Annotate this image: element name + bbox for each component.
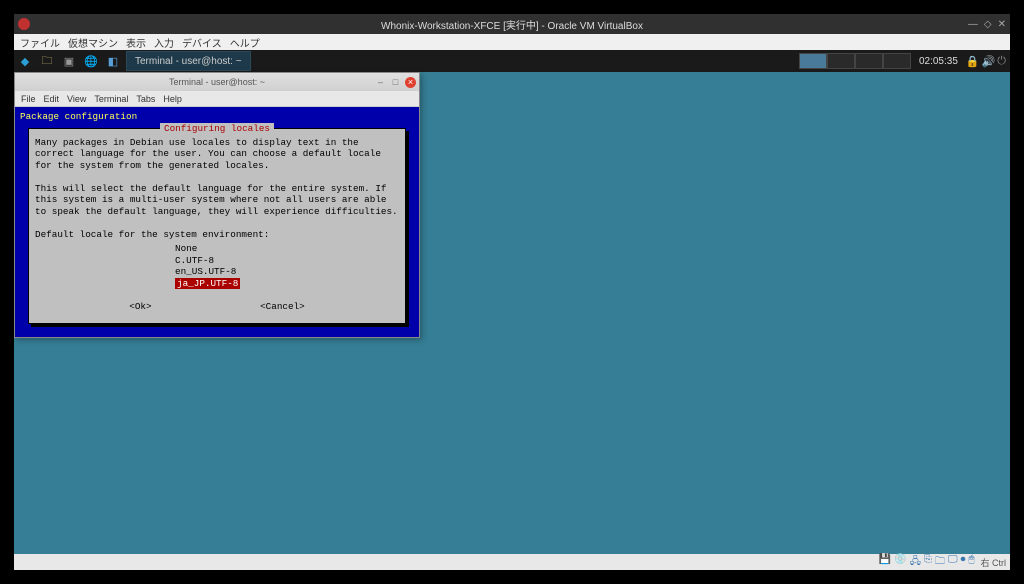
display-status-icon[interactable]: 🖵 [948,554,958,571]
vbox-menu-machine[interactable]: 仮想マシン [68,35,118,50]
workspace-2[interactable] [827,53,855,69]
mouse-integration-icon[interactable]: 🖱 [969,554,975,571]
dialog-para2: This will select the default language fo… [35,183,398,217]
taskbar-terminal-item[interactable]: Terminal - user@host: ~ [126,51,251,71]
dialog-buttons: <Ok> <Cancel> [35,299,399,319]
ok-button[interactable]: <Ok> [129,301,151,313]
terminal-menu-file[interactable]: File [21,94,36,104]
terminal-menu-terminal[interactable]: Terminal [94,94,128,104]
host-key-indicator: 右 Ctrl [981,556,1007,569]
net-status-icon[interactable]: 🖧 [910,554,921,571]
virtualbox-window: Whonix-Workstation-XFCE [実行中] - Oracle V… [14,14,1010,570]
locale-option-jajp[interactable]: ja_JP.UTF-8 [175,278,240,290]
close-icon[interactable]: ✕ [998,19,1006,30]
dialog-para1: Many packages in Debian use locales to d… [35,137,387,171]
volume-icon[interactable]: 🔊 [982,55,996,68]
terminal-menubar: File Edit View Terminal Tabs Help [15,91,419,107]
power-icon[interactable]: ⏻ [997,55,1006,68]
panel-launchers: ◆ 🗀 ▣ 🌐 ◧ [14,51,124,71]
workspace-1[interactable] [799,53,827,69]
terminal-menu-view[interactable]: View [67,94,86,104]
locale-options[interactable]: None C.UTF-8 en_US.UTF-8 ja_JP.UTF-8 [35,243,399,289]
locales-dialog: Configuring locales Many packages in Deb… [28,128,406,324]
terminal-menu-tabs[interactable]: Tabs [136,94,155,104]
locale-option-c[interactable]: C.UTF-8 [175,255,399,267]
dialog-prompt: Default locale for the system environmen… [35,229,269,240]
vbox-menu-file[interactable]: ファイル [20,35,60,50]
file-manager-icon[interactable]: 🗀 [37,51,57,71]
terminal-launcher-icon[interactable]: ▣ [59,51,79,71]
taskbar-item-label: Terminal - user@host: ~ [135,56,242,67]
locale-option-enus[interactable]: en_US.UTF-8 [175,266,399,278]
cancel-button[interactable]: <Cancel> [260,301,305,313]
terminal-minimize-icon[interactable]: – [375,77,386,88]
vbox-window-controls: — ◇ ✕ [968,19,1006,30]
workspace-3[interactable] [855,53,883,69]
usb-status-icon[interactable]: ⎘ [924,554,932,571]
vbox-menu-input[interactable]: 入力 [154,35,174,50]
tray-icons: 🔒 🔊 ⏻ [966,55,1006,68]
panel-right: 02:05:35 🔒 🔊 ⏻ [799,53,1006,69]
whisker-menu-icon[interactable]: ◆ [15,51,35,71]
terminal-maximize-icon[interactable]: □ [390,77,401,88]
dialog-title: Configuring locales [160,123,274,135]
minimize-icon[interactable]: — [968,19,978,30]
terminal-window[interactable]: Terminal - user@host: ~ – □ × File Edit … [14,72,420,338]
vbox-menubar: ファイル 仮想マシン 表示 入力 デバイス ヘルプ [14,34,1010,50]
vbox-menu-devices[interactable]: デバイス [182,35,222,50]
terminal-titlebar[interactable]: Terminal - user@host: ~ – □ × [15,73,419,91]
browser-launcher-icon[interactable]: 🌐 [81,51,101,71]
lock-icon[interactable]: 🔒 [966,55,980,68]
terminal-title: Terminal - user@host: ~ [169,77,265,87]
guest-desktop[interactable]: ◆ 🗀 ▣ 🌐 ◧ Terminal - user@host: ~ 02:05:… [14,50,1010,554]
terminal-close-icon[interactable]: × [405,77,416,88]
vbox-statusbar: 💾 💿 🖧 ⎘ 🗀 🖵 ⏺ 🖱 右 Ctrl [14,554,1010,570]
vbox-title: Whonix-Workstation-XFCE [実行中] - Oracle V… [381,17,643,32]
panel-clock[interactable]: 02:05:35 [915,56,962,67]
maximize-icon[interactable]: ◇ [984,19,992,30]
optical-status-icon[interactable]: 💿 [894,554,906,571]
shared-folder-status-icon[interactable]: 🗀 [935,554,945,571]
dialog-body: Many packages in Debian use locales to d… [35,133,399,241]
package-config-header: Package configuration [18,110,416,124]
vbox-app-icon [18,18,30,30]
workspace-switcher[interactable] [799,53,911,69]
vbox-status-icons: 💾 💿 🖧 ⎘ 🗀 🖵 ⏺ 🖱 [879,554,975,571]
vbox-menu-view[interactable]: 表示 [126,35,146,50]
hdd-status-icon[interactable]: 💾 [879,554,891,571]
vbox-titlebar[interactable]: Whonix-Workstation-XFCE [実行中] - Oracle V… [14,14,1010,34]
terminal-content: Package configuration Configuring locale… [15,107,419,337]
xfce-panel: ◆ 🗀 ▣ 🌐 ◧ Terminal - user@host: ~ 02:05:… [14,50,1010,72]
workspace-4[interactable] [883,53,911,69]
terminal-menu-help[interactable]: Help [163,94,182,104]
locale-option-none[interactable]: None [175,243,399,255]
recording-status-icon[interactable]: ⏺ [961,554,966,571]
vbox-menu-help[interactable]: ヘルプ [230,35,260,50]
terminal-menu-edit[interactable]: Edit [44,94,60,104]
app-launcher-icon[interactable]: ◧ [103,51,123,71]
terminal-window-controls: – □ × [375,77,416,88]
